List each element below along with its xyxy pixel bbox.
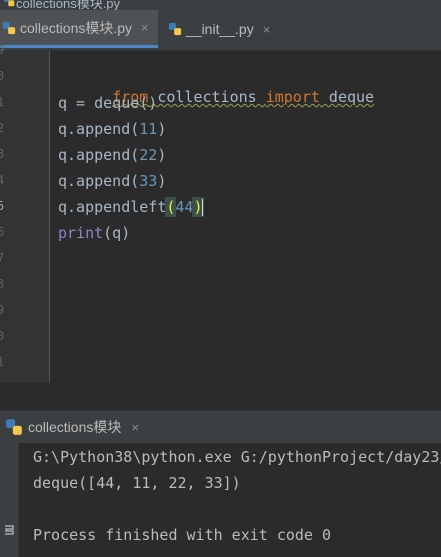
text-caret — [201, 198, 204, 217]
keyword: import — [265, 88, 320, 106]
line-number: 9 — [0, 43, 5, 57]
editor-tab-bar: collections模块.py × __init__.py × — [0, 10, 441, 51]
line-number: 3 — [0, 147, 5, 161]
line-number: 6 — [0, 225, 5, 239]
line-number: 2 — [0, 121, 5, 135]
tab-label: __init__.py — [186, 21, 254, 37]
line-number: 8 — [0, 277, 5, 291]
console-command-line: G:\Python38\python.exe G:/pythonProject/… — [33, 448, 441, 466]
code-line-current: q.appendleft(44) — [58, 197, 204, 217]
run-tab-label: collections模块 — [28, 419, 122, 435]
line-number-gutter: 9 0 1 2 3 4 5 6 7 8 9 0 1 — [0, 43, 50, 383]
code-editor[interactable]: 9 0 1 2 3 4 5 6 7 8 9 0 1 from collectio… — [0, 43, 441, 383]
line-number: 4 — [0, 173, 5, 187]
python-file-icon — [5, 418, 23, 436]
code-line: q = deque() — [58, 94, 158, 112]
window-title: collections模块.py — [16, 0, 121, 10]
module-name: collections — [148, 88, 266, 106]
import-name: deque — [319, 88, 375, 106]
python-file-icon — [2, 21, 16, 35]
code-line: from collections import deque — [58, 67, 374, 106]
tab-collections-module[interactable]: collections模块.py × — [0, 10, 158, 48]
run-tab-collections-module[interactable]: collections模块 × — [5, 417, 139, 437]
console-toolbar — [0, 443, 19, 557]
close-icon[interactable]: × — [263, 22, 271, 37]
line-number: 0 — [0, 329, 5, 343]
code-line: q.append(33) — [58, 172, 167, 190]
line-number: 7 — [0, 251, 5, 265]
python-file-icon — [168, 22, 182, 36]
code-line: q.append(22) — [58, 146, 167, 164]
window-title-bar: collections模块.py — [0, 0, 441, 10]
line-number-current: 5 — [0, 199, 5, 213]
close-icon[interactable]: × — [131, 420, 139, 435]
python-file-icon — [3, 0, 15, 10]
code-line: q.append(11) — [58, 120, 167, 138]
tab-init[interactable]: __init__.py × — [166, 10, 284, 48]
close-icon[interactable]: × — [141, 20, 149, 35]
run-console[interactable]: G:\Python38\python.exe G:/pythonProject/… — [0, 443, 441, 557]
console-exit-message: Process finished with exit code 0 — [33, 526, 332, 544]
line-number: 9 — [0, 303, 5, 317]
rerun-icon[interactable] — [2, 523, 16, 542]
line-number: 1 — [0, 355, 5, 369]
line-number: 1 — [0, 95, 5, 109]
line-number: 0 — [0, 69, 5, 83]
run-tool-window-header: collections模块 × — [0, 410, 441, 444]
code-line: print(q) — [58, 224, 131, 242]
tab-label: collections模块.py — [20, 19, 133, 36]
console-output-line: deque([44, 11, 22, 33]) — [33, 474, 241, 492]
